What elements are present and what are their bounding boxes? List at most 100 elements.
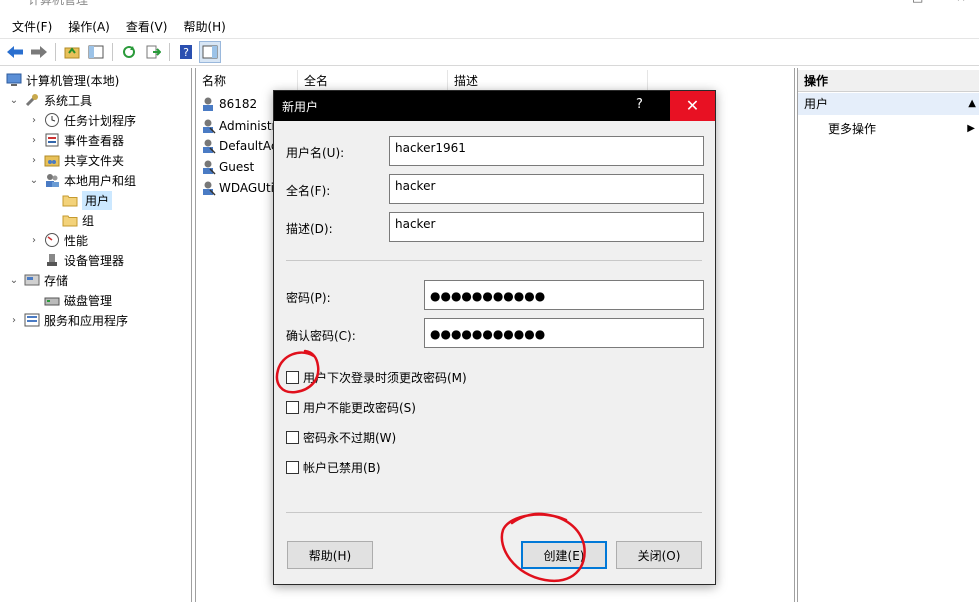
toolbar-separator bbox=[169, 43, 170, 61]
menu-help[interactable]: 帮助(H) bbox=[175, 17, 233, 37]
tree-item-disk-management[interactable]: 磁盘管理 bbox=[44, 290, 112, 310]
user-icon bbox=[200, 118, 216, 134]
help-button[interactable]: 帮助(H) bbox=[287, 541, 373, 569]
confirm-password-field[interactable]: ●●●●●●●●●●● bbox=[424, 318, 704, 348]
tree-item-label: 设备管理器 bbox=[64, 253, 125, 268]
create-button[interactable]: 创建(E) bbox=[521, 541, 607, 569]
tree-item-performance[interactable]: › 性能 bbox=[28, 230, 88, 250]
close-button[interactable]: 关闭(O) bbox=[616, 541, 702, 569]
list-item-label: Administr bbox=[219, 119, 277, 133]
chevron-right-icon[interactable]: › bbox=[28, 155, 40, 166]
tree-item-storage[interactable]: ⌄ 存储 bbox=[8, 270, 68, 290]
tree-item-label: 服务和应用程序 bbox=[44, 313, 129, 328]
tree-item-label: 用户 bbox=[82, 190, 113, 210]
close-window-button[interactable]: × bbox=[956, 0, 966, 4]
checkbox-box[interactable] bbox=[286, 460, 299, 474]
fullname-label: 全名(F): bbox=[286, 184, 331, 198]
tree-root-label: 计算机管理(本地) bbox=[26, 73, 120, 88]
tree-item-groups[interactable]: 组 bbox=[62, 210, 94, 230]
chevron-right-icon[interactable]: › bbox=[28, 135, 40, 146]
services-icon bbox=[24, 312, 40, 328]
show-hide-tree-icon[interactable] bbox=[85, 41, 107, 63]
password-label: 密码(P): bbox=[286, 291, 331, 305]
menu-action[interactable]: 操作(A) bbox=[60, 17, 118, 37]
show-action-pane-icon[interactable] bbox=[199, 41, 221, 63]
toolbar: ? bbox=[0, 38, 979, 66]
column-header-name[interactable]: 名称 bbox=[196, 70, 298, 92]
collapse-up-icon[interactable]: ▲ bbox=[968, 93, 976, 115]
cannot-change-password-checkbox[interactable]: 用户不能更改密码(S) bbox=[286, 397, 416, 417]
menu-file[interactable]: 文件(F) bbox=[4, 17, 60, 37]
tree-item-label: 磁盘管理 bbox=[64, 293, 113, 308]
forward-arrow-icon[interactable] bbox=[28, 41, 50, 63]
account-disabled-checkbox[interactable]: 帐户已禁用(B) bbox=[286, 457, 381, 477]
list-item[interactable]: WDAGUti bbox=[200, 178, 274, 198]
tree-item-label: 性能 bbox=[64, 233, 89, 248]
toolbar-separator bbox=[112, 43, 113, 61]
list-item[interactable]: 86182 bbox=[200, 94, 257, 114]
tree-item-services-apps[interactable]: › 服务和应用程序 bbox=[8, 310, 128, 330]
tree-item-shared-folders[interactable]: › 共享文件夹 bbox=[28, 150, 124, 170]
password-never-expires-checkbox[interactable]: 密码永不过期(W) bbox=[286, 427, 396, 447]
tree-item-label: 事件查看器 bbox=[64, 133, 125, 148]
maximize-button[interactable]: □ bbox=[912, 0, 923, 4]
dialog-title: 新用户 bbox=[282, 100, 319, 114]
column-header-fullname[interactable]: 全名 bbox=[298, 70, 448, 92]
list-item-label: 86182 bbox=[219, 97, 258, 111]
folder-icon bbox=[62, 212, 78, 228]
chevron-right-icon[interactable]: › bbox=[8, 315, 20, 326]
more-actions-link[interactable]: 更多操作 bbox=[828, 118, 876, 140]
list-item[interactable]: Guest bbox=[200, 157, 254, 177]
tree-item-device-manager[interactable]: 设备管理器 bbox=[44, 250, 124, 270]
chevron-down-icon[interactable]: ⌄ bbox=[8, 95, 20, 106]
tree-item-event-viewer[interactable]: › 事件查看器 bbox=[28, 130, 124, 150]
menu-view[interactable]: 查看(V) bbox=[118, 17, 176, 37]
actions-section-label: 用户 bbox=[804, 97, 829, 111]
refresh-icon[interactable] bbox=[118, 41, 140, 63]
clock-icon bbox=[44, 112, 60, 128]
tree-item-label: 系统工具 bbox=[44, 93, 93, 108]
tree-item-task-scheduler[interactable]: › 任务计划程序 bbox=[28, 110, 136, 130]
dialog-help-button[interactable]: ? bbox=[636, 97, 643, 112]
chevron-down-icon[interactable]: ⌄ bbox=[28, 175, 40, 186]
chevron-down-icon[interactable]: ⌄ bbox=[8, 275, 20, 286]
list-item-label: Guest bbox=[219, 160, 255, 174]
checkbox-box[interactable] bbox=[286, 370, 299, 384]
user-icon bbox=[200, 159, 216, 175]
performance-icon bbox=[44, 232, 60, 248]
dialog-close-button[interactable]: ✕ bbox=[670, 91, 715, 121]
fullname-field[interactable]: hacker bbox=[389, 174, 704, 204]
submenu-arrow-icon[interactable]: ▶ bbox=[967, 118, 975, 140]
column-header-description[interactable]: 描述 bbox=[448, 70, 648, 92]
new-user-dialog: 新用户 ? ✕ 用户名(U): hacker1961 全名(F): hacker… bbox=[273, 90, 716, 585]
chevron-right-icon[interactable]: › bbox=[28, 115, 40, 126]
device-manager-icon bbox=[44, 252, 60, 268]
actions-section-users[interactable]: 用户 ▲ bbox=[798, 93, 979, 115]
disk-icon bbox=[44, 292, 60, 308]
back-arrow-icon[interactable] bbox=[4, 41, 26, 63]
chevron-right-icon[interactable]: › bbox=[28, 235, 40, 246]
username-label: 用户名(U): bbox=[286, 146, 345, 160]
checkbox-label: 用户不能更改密码(S) bbox=[303, 400, 416, 415]
must-change-password-checkbox[interactable]: 用户下次登录时须更改密码(M) bbox=[286, 367, 467, 387]
tree-item-system-tools[interactable]: ⌄ 系统工具 bbox=[8, 90, 92, 110]
checkbox-box[interactable] bbox=[286, 400, 299, 414]
list-item[interactable]: Administr bbox=[200, 116, 276, 136]
dialog-separator bbox=[286, 260, 702, 261]
up-folder-icon[interactable] bbox=[61, 41, 83, 63]
password-field[interactable]: ●●●●●●●●●●● bbox=[424, 280, 704, 310]
description-field[interactable]: hacker bbox=[389, 212, 704, 242]
tree-item-label: 共享文件夹 bbox=[64, 153, 125, 168]
list-item-label: WDAGUti bbox=[219, 181, 275, 195]
list-item[interactable]: DefaultAc bbox=[200, 136, 277, 156]
export-list-icon[interactable] bbox=[142, 41, 164, 63]
users-group-icon bbox=[44, 172, 60, 188]
tree-item-label: 本地用户和组 bbox=[64, 173, 137, 188]
tree-root[interactable]: 计算机管理(本地) bbox=[6, 70, 119, 90]
tree-item-local-users-groups[interactable]: ⌄ 本地用户和组 bbox=[28, 170, 136, 190]
actions-title: 操作 bbox=[798, 70, 979, 92]
username-field[interactable]: hacker1961 bbox=[389, 136, 704, 166]
tree-item-users[interactable]: 用户 bbox=[62, 190, 113, 210]
help-icon[interactable]: ? bbox=[175, 41, 197, 63]
checkbox-box[interactable] bbox=[286, 430, 299, 444]
